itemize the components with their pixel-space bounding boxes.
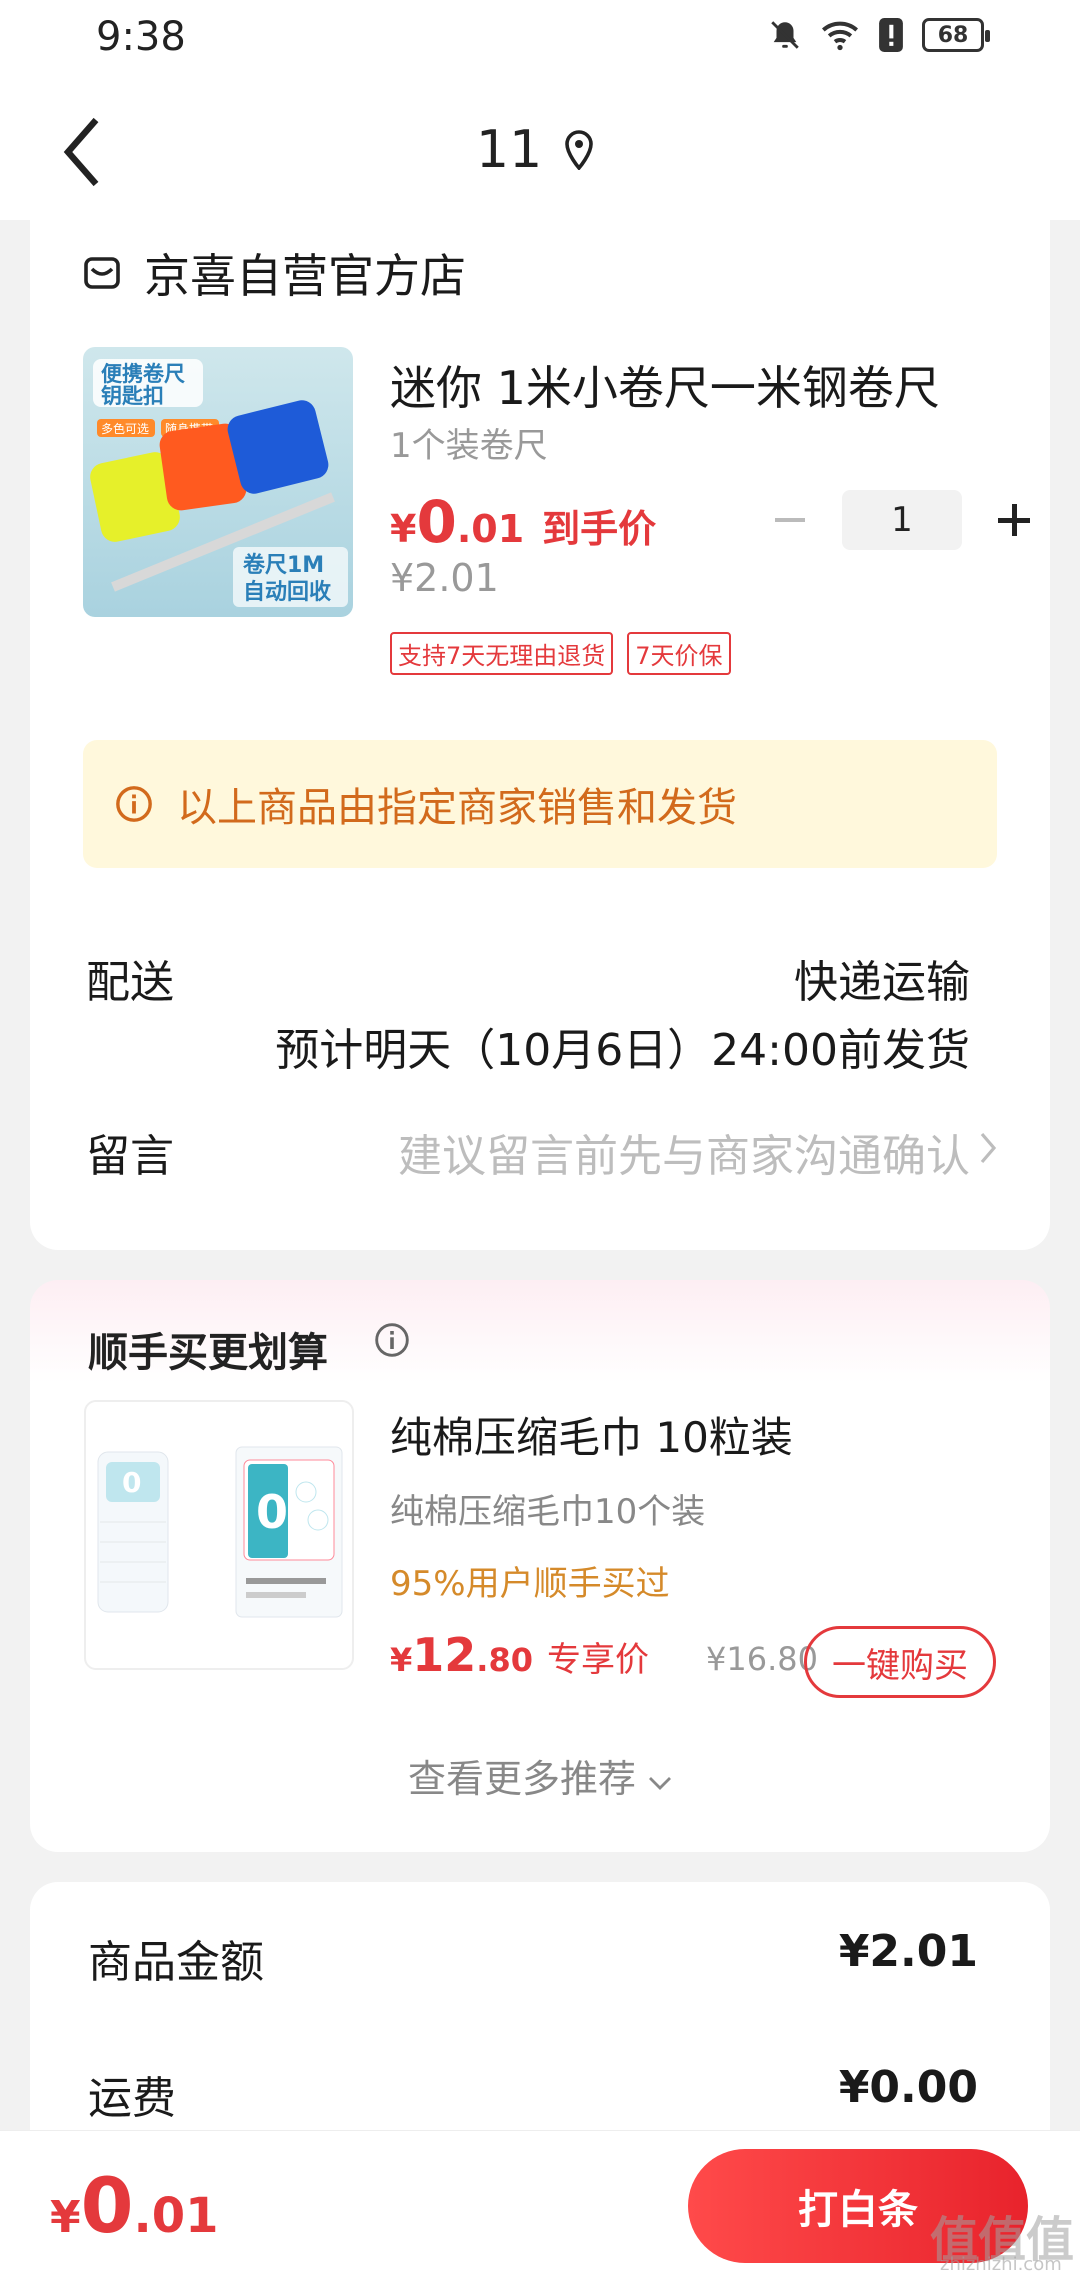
recommend-title: 顺手买更划算	[88, 1330, 328, 1376]
shop-name: 京喜自营官方店	[144, 249, 466, 303]
notice-text: 以上商品由指定商家销售和发货	[177, 785, 737, 831]
status-time: 9:38	[96, 14, 186, 60]
product-title[interactable]: 迷你 1米小卷尺一米钢卷尺	[390, 352, 990, 418]
rec-price-label: 专享价	[546, 1640, 649, 1680]
image-bottom-line2: 自动回收	[243, 579, 331, 605]
recommend-item-image[interactable]: 0 0	[84, 1400, 354, 1670]
svg-text:0: 0	[256, 1485, 288, 1539]
delivery-label: 配送	[86, 957, 174, 1008]
back-button[interactable]	[52, 112, 112, 192]
watermark-url: zhizhizhi.com	[940, 2254, 1062, 2275]
one-click-buy-button[interactable]: 一键购买	[804, 1626, 996, 1698]
recommend-item-hint: 95%用户顺手买过	[390, 1564, 670, 1604]
message-label: 留言	[86, 1131, 174, 1182]
shipping-row: 运费 ¥0.00	[88, 2062, 978, 2126]
svg-text:0: 0	[122, 1466, 141, 1499]
quantity-decrease-button[interactable]	[760, 490, 820, 550]
more-recommend-label: 查看更多推荐	[407, 1757, 636, 1801]
checkout-bar: ¥ 0 .01 打白条	[0, 2130, 1080, 2280]
product-final-price: ¥ 0 .01 到手价	[390, 488, 656, 556]
tape-measure-image: 便携卷尺 钥匙扣 多色可选 随身携带 卷尺1M 自动回收	[90, 359, 348, 607]
quantity-input[interactable]: 1	[842, 490, 962, 550]
total-decimal: .01	[133, 2188, 219, 2244]
shipping-value: ¥0.00	[838, 2062, 978, 2113]
product-image[interactable]: 便携卷尺 钥匙扣 多色可选 随身携带 卷尺1M 自动回收	[83, 347, 353, 617]
rec-price-integer: 12	[412, 1628, 477, 1682]
image-badge-line2: 钥匙扣	[101, 384, 164, 408]
delivery-eta: 预计明天（10月6日）24:00前发货	[275, 1025, 970, 1076]
price-integer: 0	[416, 488, 457, 556]
chevron-down-icon	[649, 1777, 672, 1790]
chevron-left-icon	[63, 117, 99, 187]
status-icons: 68	[768, 18, 990, 52]
recommend-card: 顺手买更划算 0 0 纯棉压缩毛巾 10粒装 纯棉压缩毛巾10个装 95%用户顺…	[30, 1280, 1050, 1852]
wifi-icon	[822, 21, 858, 51]
status-bar: 9:38 68	[0, 0, 1080, 80]
items-amount-row: 商品金额 ¥2.01	[88, 1926, 978, 1990]
price-tag: 到手价	[542, 507, 657, 551]
tag-return: 支持7天无理由退货	[390, 632, 614, 675]
items-amount-label: 商品金额	[88, 1937, 264, 1988]
minus-icon	[775, 518, 805, 522]
quantity-stepper: 1	[760, 490, 1044, 550]
total-integer: 0	[80, 2161, 134, 2250]
shop-header[interactable]: 京喜自营官方店	[82, 240, 466, 306]
info-icon[interactable]	[374, 1322, 410, 1358]
chevron-right-icon	[980, 1132, 997, 1164]
recommend-item-price: ¥ 12 .80 专享价	[390, 1628, 649, 1682]
shipping-label: 运费	[88, 2073, 176, 2124]
total-price: ¥ 0 .01	[50, 2161, 219, 2250]
info-icon	[116, 786, 152, 822]
items-amount-value: ¥2.01	[838, 1926, 978, 1977]
nav-bar: 11	[0, 80, 1080, 220]
image-chip1: 多色可选	[101, 422, 149, 436]
more-recommend-button[interactable]: 查看更多推荐	[30, 1748, 1050, 1803]
shop-icon	[84, 257, 120, 289]
recommend-item-spec: 纯棉压缩毛巾10个装	[390, 1492, 706, 1532]
quantity-increase-button[interactable]	[984, 490, 1044, 550]
recommend-old-price: ¥16.80	[706, 1640, 818, 1678]
location-button[interactable]	[563, 130, 595, 174]
recommend-item-name[interactable]: 纯棉压缩毛巾 10粒装	[390, 1404, 793, 1465]
delivery-method[interactable]: 快递运输	[794, 946, 970, 1010]
page-title: 11	[476, 120, 543, 180]
towel-pack-image: 0 0	[97, 1446, 343, 1618]
service-tags: 支持7天无理由退货 7天价保	[390, 632, 731, 675]
mute-icon	[771, 21, 799, 49]
location-pin-icon	[565, 130, 593, 171]
order-shop-card: 京喜自营官方店 便携卷尺 钥匙扣 多色可选 随身携带 卷尺1M 自动回收 迷你 …	[30, 200, 1050, 1250]
tag-price-protect: 7天价保	[627, 632, 731, 675]
original-price: ¥2.01	[390, 556, 499, 600]
seller-notice: 以上商品由指定商家销售和发货	[83, 740, 997, 868]
total-currency: ¥	[50, 2192, 81, 2243]
image-bottom-line1: 卷尺1M	[242, 552, 324, 578]
price-currency: ¥	[390, 507, 417, 551]
rec-price-decimal: .80	[476, 1641, 533, 1679]
message-input[interactable]: 建议留言前先与商家沟通确认	[398, 1120, 970, 1184]
battery-icon: 68	[922, 18, 990, 52]
image-badge-line1: 便携卷尺	[101, 362, 185, 386]
product-spec: 1个装卷尺	[390, 426, 548, 466]
alert-icon	[879, 18, 903, 52]
price-decimal: .01	[456, 507, 525, 551]
rec-price-currency: ¥	[390, 1641, 413, 1679]
